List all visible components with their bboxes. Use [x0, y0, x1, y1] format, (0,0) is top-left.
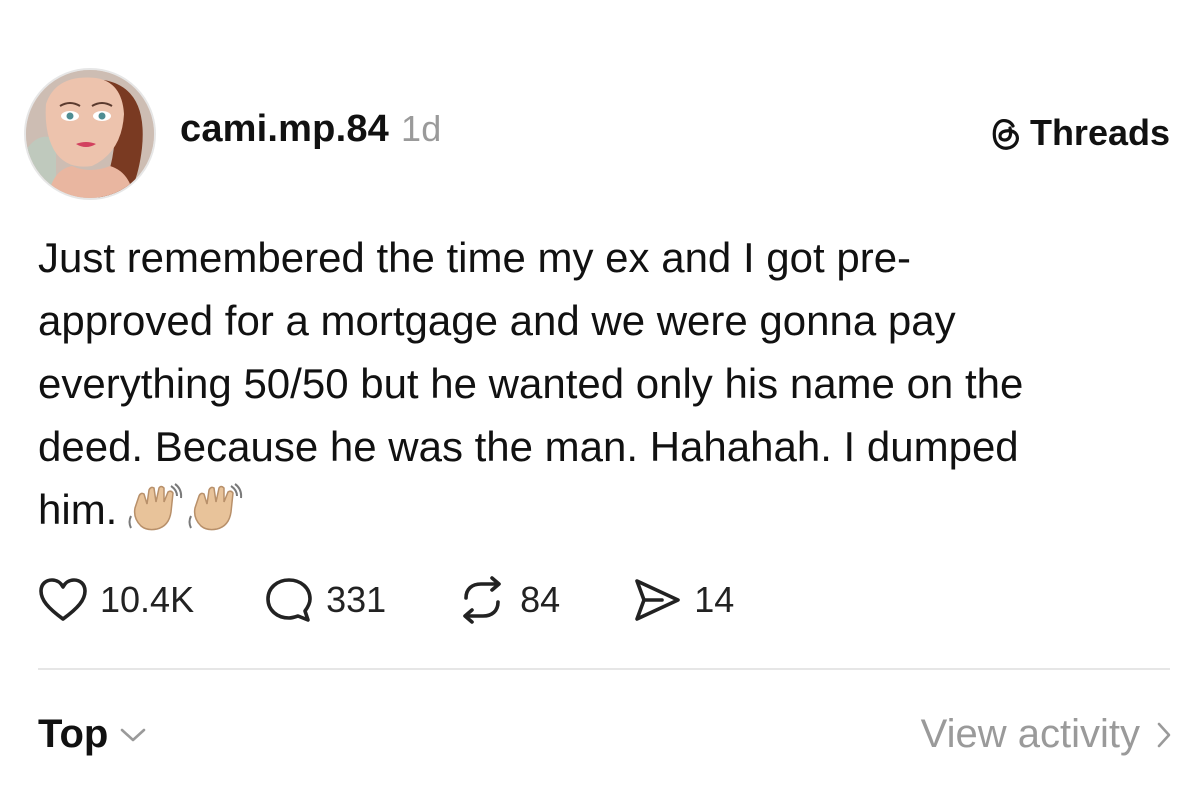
reply-button[interactable]: 331 — [264, 576, 386, 624]
post-body: Just remembered the time my ex and I got… — [38, 226, 1168, 549]
post-text-line: him. — [38, 486, 118, 533]
divider — [38, 668, 1170, 670]
avatar[interactable] — [24, 68, 156, 200]
share-count: 14 — [694, 579, 735, 620]
comment-bubble-icon — [266, 578, 312, 622]
share-button[interactable]: 14 — [632, 577, 734, 623]
post-text-line: everything 50/50 but he wanted only his … — [38, 360, 1024, 407]
heart-icon — [39, 578, 87, 621]
threads-brand-link[interactable]: Threads — [988, 112, 1170, 154]
waving-hand-emoji — [187, 482, 243, 549]
chevron-right-icon — [1157, 722, 1171, 747]
threads-post-card: cami.mp.84 1d Threads Just remembered th… — [0, 0, 1200, 806]
chevron-down-icon — [121, 728, 146, 741]
username-link[interactable]: cami.mp.84 — [180, 108, 389, 151]
repost-arrows-icon — [463, 576, 501, 624]
repost-count: 84 — [520, 579, 561, 620]
view-activity-label: View activity — [920, 712, 1140, 756]
threads-logo-icon — [992, 119, 1019, 150]
post-text-line: Just remembered the time my ex and I got… — [38, 234, 912, 281]
view-activity-link[interactable]: View activity — [921, 712, 1172, 757]
post-header: cami.mp.84 1d — [180, 108, 441, 151]
post-text-line: approved for a mortgage and we were gonn… — [38, 297, 956, 344]
post-actions: 10.4K 331 84 14 — [38, 575, 734, 625]
repost-button[interactable]: 84 — [456, 576, 560, 624]
reply-count: 331 — [326, 579, 387, 620]
like-count: 10.4K — [100, 579, 195, 620]
waving-hand-emoji — [127, 482, 183, 549]
like-button[interactable]: 10.4K — [38, 577, 194, 623]
sort-dropdown[interactable]: Top — [38, 712, 146, 757]
send-icon — [635, 579, 681, 621]
brand-label: Threads — [1029, 112, 1170, 153]
post-text-last-line: him. — [38, 478, 1168, 549]
sort-label: Top — [38, 712, 109, 756]
post-timestamp: 1d — [401, 108, 442, 149]
post-text-line: deed. Because he was the man. Hahahah. I… — [38, 423, 1019, 470]
